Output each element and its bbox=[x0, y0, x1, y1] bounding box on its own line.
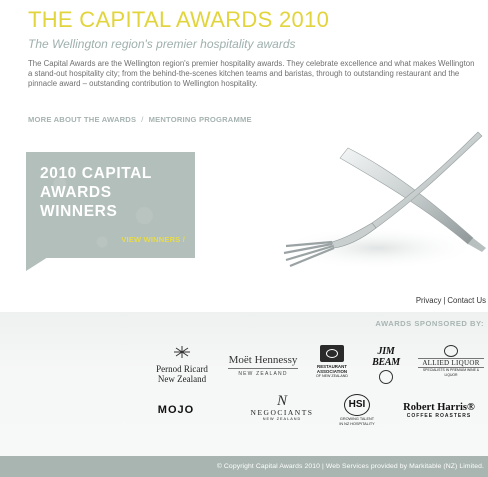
page-subtitle: The Wellington region's premier hospital… bbox=[28, 37, 296, 51]
winners-title-line-2: AWARDS bbox=[40, 184, 112, 201]
moet-hennessy-line-2: NEW ZEALAND bbox=[238, 371, 288, 377]
negociants-logo[interactable]: N NEGOCIANTS NEW ZEALAND bbox=[244, 393, 320, 422]
pernod-ricard-line-1: Pernod Ricard bbox=[156, 364, 208, 374]
allied-liquor-logo[interactable]: ALLIED LIQUOR SPECIALISTS IN PREMIUM WIN… bbox=[418, 345, 484, 378]
secondary-nav: MORE ABOUT THE AWARDS / MENTORING PROGRAMM… bbox=[28, 115, 252, 124]
mojo-logo[interactable]: MOJO bbox=[150, 404, 202, 416]
robert-harris-line-2: COFFEE ROASTERS bbox=[406, 413, 472, 419]
winners-title-line-1: 2010 CAPITAL bbox=[40, 165, 152, 182]
negociants-line-1: NEGOCIANTS bbox=[250, 408, 314, 417]
utility-links: Privacy | Contact Us bbox=[416, 296, 486, 305]
hsi-line-3: IN NZ HOSPITALITY bbox=[339, 422, 375, 426]
hsi-wordmark: HSI bbox=[348, 399, 366, 410]
nav-separator: / bbox=[141, 115, 144, 124]
winners-banner-tail bbox=[26, 257, 48, 271]
hsi-emblem: HSI bbox=[344, 394, 370, 416]
moet-hennessy-line-1: Moët Hennessy bbox=[228, 354, 298, 369]
jim-beam-logo[interactable]: JIM BEAM bbox=[364, 346, 408, 384]
pernod-star-icon bbox=[174, 346, 190, 358]
restaurant-association-line-3: OF NEW ZEALAND bbox=[316, 374, 348, 378]
jim-beam-crest-icon bbox=[379, 370, 393, 384]
pernod-ricard-line-2: New Zealand bbox=[157, 374, 207, 384]
winners-banner[interactable]: 2010 CAPITAL AWARDS WINNERS VIEW WINNERS… bbox=[26, 152, 195, 258]
fork-and-knife-image bbox=[278, 131, 486, 270]
winners-title-line-3: WINNERS bbox=[40, 203, 118, 220]
copyright-text: © Copyright Capital Awards 2010 | Web Se… bbox=[216, 463, 484, 470]
intro-paragraph: The Capital Awards are the Wellington re… bbox=[28, 59, 475, 88]
restaurant-association-emblem-icon bbox=[320, 345, 344, 362]
robert-harris-logo[interactable]: Robert Harris® COFFEE ROASTERS bbox=[392, 402, 486, 419]
contact-us-link[interactable]: Contact Us bbox=[447, 296, 486, 305]
page-title: THE CAPITAL AWARDS 2010 bbox=[28, 7, 330, 32]
allied-liquor-line-1: ALLIED LIQUOR bbox=[418, 358, 484, 368]
restaurant-association-logo[interactable]: RESTAURANT ASSOCIATION OF NEW ZEALAND bbox=[312, 345, 352, 378]
privacy-link[interactable]: Privacy bbox=[416, 296, 442, 305]
view-winners-link[interactable]: VIEW WINNERS / bbox=[121, 235, 185, 244]
mojo-wordmark: MOJO bbox=[157, 404, 195, 416]
more-about-awards-link[interactable]: MORE ABOUT THE AWARDS bbox=[28, 115, 136, 124]
negociants-line-2: NEW ZEALAND bbox=[262, 417, 302, 421]
mentoring-programme-link[interactable]: MENTORING PROGRAMME bbox=[149, 115, 252, 124]
pernod-ricard-logo[interactable]: Pernod Ricard New Zealand bbox=[148, 345, 216, 384]
sponsors-heading: AWARDS SPONSORED BY: bbox=[375, 319, 484, 328]
hsi-logo[interactable]: HSI GROWING TALENT IN NZ HOSPITALITY bbox=[334, 394, 380, 427]
copyright-bar: © Copyright Capital Awards 2010 | Web Se… bbox=[0, 456, 488, 477]
allied-liquor-emblem-icon bbox=[444, 345, 458, 357]
jim-beam-wordmark: JIM BEAM bbox=[372, 346, 400, 368]
allied-liquor-line-2: SPECIALISTS IN PREMIUM WINE & LIQUOR bbox=[422, 368, 480, 377]
utility-separator: | bbox=[443, 296, 446, 305]
robert-harris-line-1: Robert Harris® bbox=[403, 402, 475, 413]
negociants-monogram-icon: N bbox=[276, 393, 287, 409]
moet-hennessy-logo[interactable]: Moët Hennessy NEW ZEALAND bbox=[228, 354, 298, 377]
sponsors-section: AWARDS SPONSORED BY: Pernod Ricard New Z… bbox=[0, 312, 488, 456]
winners-banner-title: 2010 CAPITAL AWARDS WINNERS bbox=[40, 164, 190, 221]
